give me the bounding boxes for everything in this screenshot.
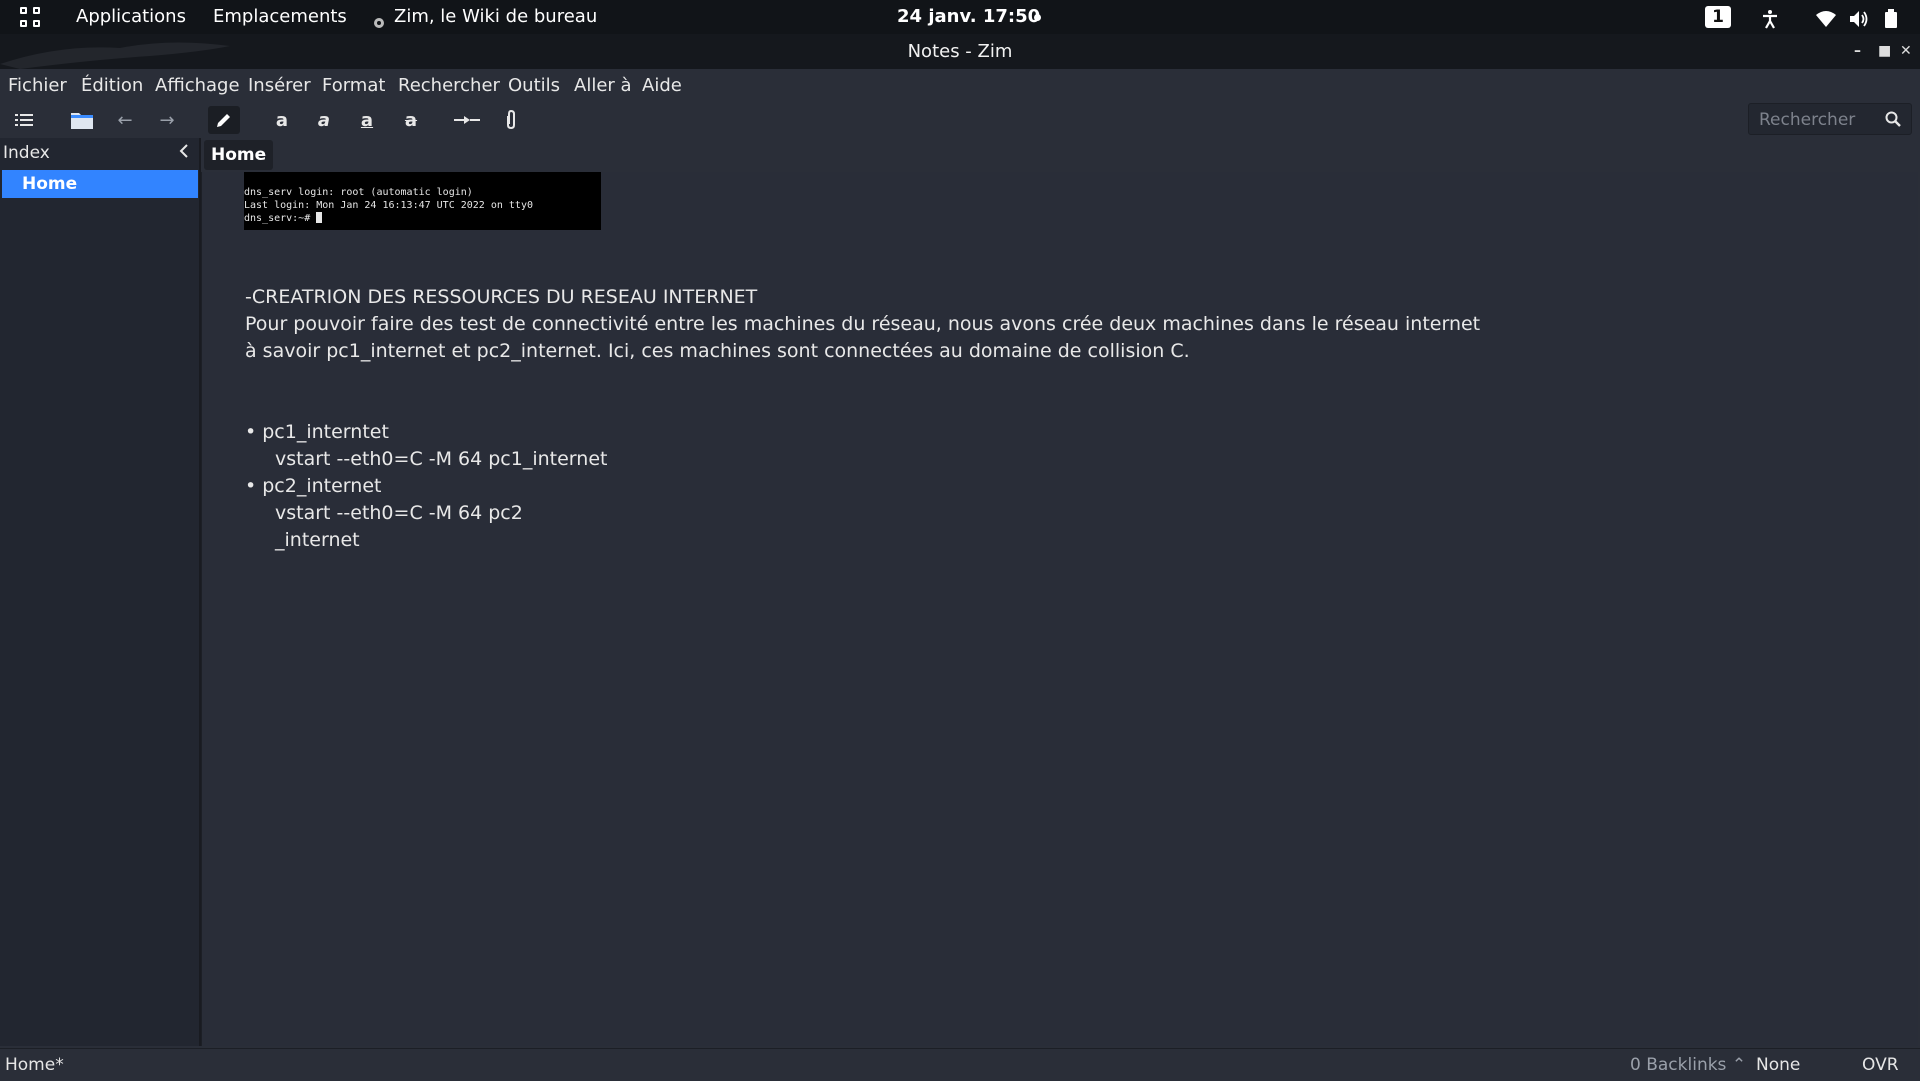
list-item-title: pc1_interntet (262, 421, 389, 443)
clock[interactable]: 24 janv. 17:50 (897, 0, 1040, 34)
dragon-wallpaper-icon (0, 42, 230, 69)
index-list-icon[interactable] (8, 106, 40, 134)
places-menu[interactable]: Emplacements (213, 0, 347, 34)
folder-icon[interactable] (66, 106, 98, 134)
minimize-button[interactable]: – (1854, 34, 1861, 69)
style-indicator[interactable]: None (1756, 1049, 1800, 1081)
chevron-left-icon[interactable] (179, 138, 189, 168)
strikethrough-icon[interactable]: a (395, 106, 427, 134)
toolbar: ← → a a a a (0, 103, 1920, 137)
workspace-indicator[interactable]: 1 (1705, 6, 1731, 28)
overwrite-mode-indicator[interactable]: OVR (1862, 1049, 1899, 1081)
backlinks-label: 0 Backlinks (1630, 1055, 1727, 1075)
path-button-home[interactable]: Home (204, 140, 274, 170)
window-titlebar[interactable]: Notes - Zim – ■ ✕ (0, 34, 1920, 69)
index-sidepane: Index Home (0, 138, 201, 1046)
link-icon[interactable] (451, 106, 483, 134)
chevron-up-icon: ⌃ (1731, 1055, 1747, 1075)
bold-icon[interactable]: a (266, 106, 298, 134)
menu-outils[interactable]: Outils (508, 69, 560, 103)
terminal-line: Last login: Mon Jan 24 16:13:47 UTC 2022… (244, 200, 533, 211)
volume-icon[interactable] (1848, 7, 1870, 27)
terminal-line: dns_serv:~# (244, 212, 601, 225)
menu-affichage[interactable]: Affichage (155, 69, 240, 103)
edit-pencil-icon[interactable] (208, 106, 240, 134)
terminal-cursor (316, 212, 323, 223)
command-line: vstart --eth0=C -M 64 pc2 (275, 502, 523, 524)
menu-edition[interactable]: Édition (81, 69, 143, 103)
battery-icon[interactable] (1884, 7, 1898, 28)
notification-dot (1034, 14, 1041, 21)
index-header: Index (3, 143, 50, 163)
back-arrow-icon[interactable]: ← (109, 106, 141, 134)
search-input[interactable] (1757, 104, 1881, 136)
status-bar: Home* 0 Backlinks ⌃ None OVR (0, 1048, 1920, 1081)
terminal-prompt: dns_serv:~# (244, 213, 317, 224)
window-title: Notes - Zim (907, 41, 1013, 62)
menu-rechercher[interactable]: Rechercher (398, 69, 500, 103)
zim-icon (372, 9, 386, 28)
maximize-button[interactable]: ■ (1878, 34, 1891, 69)
page-editor[interactable]: dns_serv login: root (automatic login) L… (201, 172, 1918, 1046)
command-line: _internet (275, 529, 360, 551)
terminal-screenshot-image: dns_serv login: root (automatic login) L… (244, 172, 601, 230)
list-item: • pc1_interntet (245, 421, 389, 443)
applications-menu[interactable]: Applications (76, 0, 186, 34)
underline-icon[interactable]: a (351, 106, 383, 134)
command-line: vstart --eth0=C -M 64 pc1_internet (275, 448, 608, 470)
index-item-home[interactable]: Home (2, 170, 198, 198)
attach-icon[interactable] (495, 106, 527, 134)
page-content[interactable]: -CREATRION DES RESSOURCES DU RESEAU INTE… (245, 284, 1480, 554)
list-item: • pc2_internet (245, 475, 382, 497)
active-app-menu[interactable]: Zim, le Wiki de bureau (394, 0, 597, 34)
italic-icon[interactable]: a (308, 106, 340, 134)
pathbar: Home (201, 138, 1920, 172)
section-heading: -CREATRION DES RESSOURCES DU RESEAU INTE… (245, 286, 758, 308)
backlinks-button[interactable]: 0 Backlinks ⌃ (1630, 1049, 1746, 1081)
apps-grid-icon[interactable] (20, 7, 42, 29)
menu-bar: Fichier Édition Affichage Insérer Format… (0, 69, 1920, 103)
menu-aide[interactable]: Aide (642, 69, 682, 103)
close-button[interactable]: ✕ (1900, 34, 1912, 69)
menu-fichier[interactable]: Fichier (8, 69, 67, 103)
forward-arrow-icon[interactable]: → (151, 106, 183, 134)
accessibility-icon[interactable] (1760, 7, 1780, 29)
status-page-name: Home* (5, 1055, 64, 1075)
search-icon[interactable] (1885, 111, 1901, 127)
menu-aller-a[interactable]: Aller à (574, 69, 632, 103)
wifi-icon[interactable] (1815, 7, 1837, 27)
terminal-line: dns_serv login: root (automatic login) (244, 187, 473, 198)
list-item-title: pc2_internet (262, 475, 382, 497)
paragraph-line: Pour pouvoir faire des test de connectiv… (245, 313, 1481, 335)
system-top-bar: Applications Emplacements Zim, le Wiki d… (0, 0, 1920, 34)
menu-format[interactable]: Format (322, 69, 385, 103)
menu-inserer[interactable]: Insérer (248, 69, 311, 103)
search-field[interactable] (1748, 103, 1912, 136)
paragraph-line: à savoir pc1_internet et pc2_internet. I… (245, 340, 1190, 362)
